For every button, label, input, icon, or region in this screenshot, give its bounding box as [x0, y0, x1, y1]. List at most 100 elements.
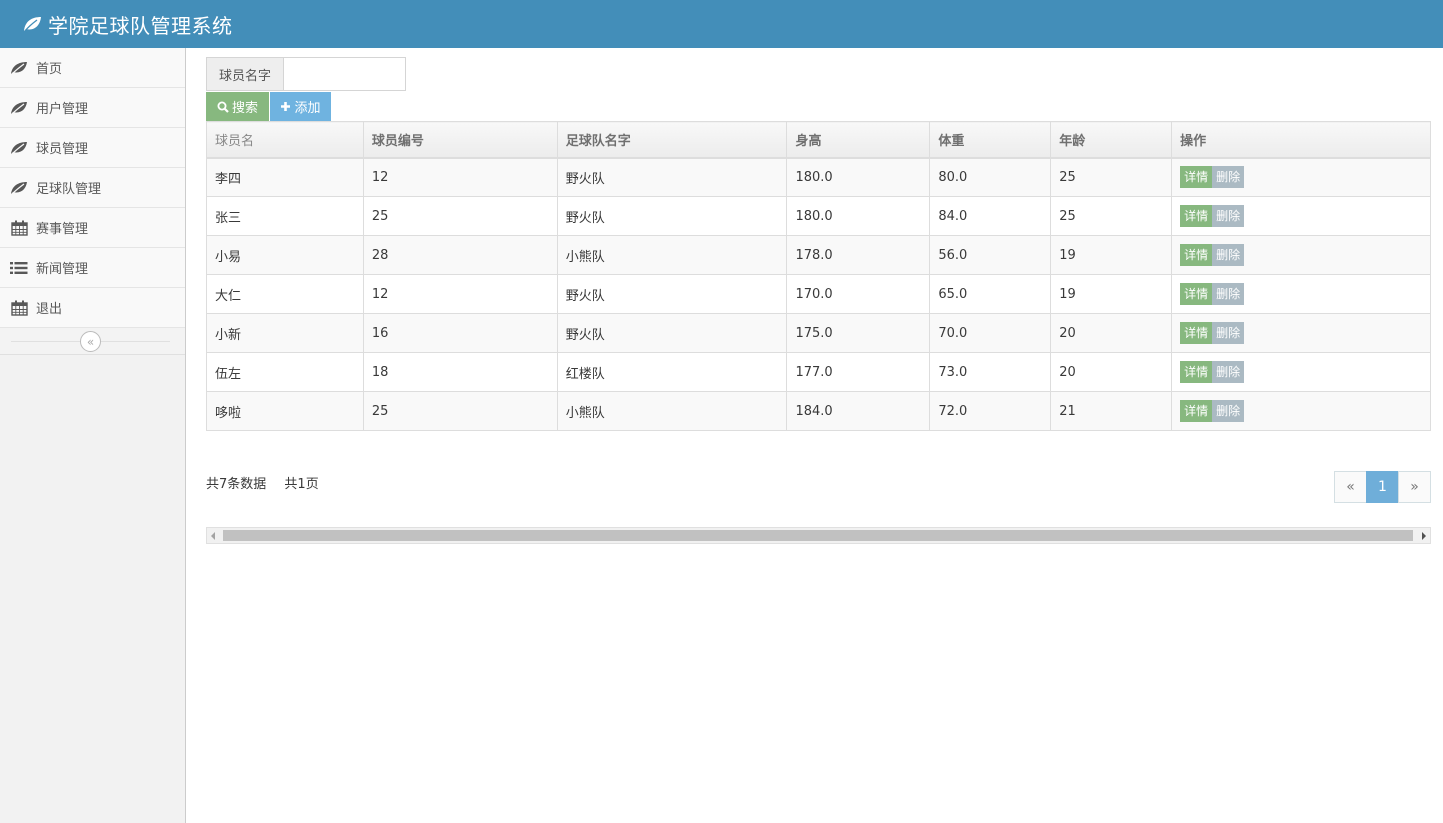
cell-weight: 65.0 — [929, 274, 1052, 314]
double-chevron-left-icon[interactable]: « — [80, 331, 101, 352]
cell-player-number: 28 — [362, 235, 558, 275]
cell-actions: 详情 删除 — [1171, 157, 1431, 197]
sidebar-item-teams[interactable]: 足球队管理 — [0, 168, 185, 208]
cell-age: 20 — [1050, 313, 1173, 353]
cell-actions: 详情 删除 — [1171, 352, 1431, 392]
table-row: 李四 12 野火队 180.0 80.0 25 详情 删除 — [206, 157, 1431, 197]
leaf-icon — [10, 140, 28, 156]
plus-icon — [281, 102, 291, 111]
toolbar: 搜索 添加 — [206, 92, 1431, 121]
table-header: 球员名 球员编号 足球队名字 身高 体重 年龄 操作 — [206, 121, 1431, 159]
cell-team-name: 小熊队 — [556, 235, 788, 275]
main-content: 球员名字 搜索 添加 球员名 球员编号 足球队名字 身高 体重 年龄 操作 李四… — [206, 57, 1431, 543]
search-label: 球员名字 — [206, 57, 284, 91]
cell-player-name: 张三 — [206, 196, 364, 236]
cell-height: 177.0 — [786, 352, 931, 392]
scrollbar-thumb[interactable] — [223, 530, 1413, 541]
cell-height: 175.0 — [786, 313, 931, 353]
sidebar-item-label: 退出 — [36, 302, 63, 317]
add-button-label: 添加 — [294, 101, 321, 116]
detail-button[interactable]: 详情 — [1180, 166, 1213, 189]
pagination: « 1 » — [1334, 471, 1431, 503]
delete-button[interactable]: 删除 — [1212, 283, 1245, 305]
detail-button[interactable]: 详情 — [1180, 322, 1213, 344]
sidebar-item-label: 球员管理 — [36, 142, 89, 157]
table-body: 李四 12 野火队 180.0 80.0 25 详情 删除 张三 25 野火队 1… — [206, 157, 1431, 431]
detail-button[interactable]: 详情 — [1180, 205, 1213, 227]
scroll-left-arrow-icon[interactable] — [211, 532, 215, 540]
cell-age: 25 — [1050, 196, 1173, 236]
delete-button[interactable]: 删除 — [1212, 205, 1245, 227]
page-button-current[interactable]: 1 — [1366, 471, 1399, 503]
sidebar-item-label: 赛事管理 — [36, 222, 89, 237]
leaf-icon — [10, 60, 28, 76]
cell-player-number: 12 — [362, 274, 558, 314]
cell-weight: 56.0 — [929, 235, 1052, 275]
column-header: 年龄 — [1050, 121, 1173, 159]
cell-actions: 详情 删除 — [1171, 274, 1431, 314]
add-button[interactable]: 添加 — [270, 92, 331, 121]
table-row: 伍左 18 红楼队 177.0 73.0 20 详情 删除 — [206, 352, 1431, 392]
delete-button[interactable]: 删除 — [1212, 322, 1245, 344]
search-button[interactable]: 搜索 — [206, 92, 269, 121]
prev-page-button[interactable]: « — [1334, 471, 1367, 503]
sidebar-item-home[interactable]: 首页 — [0, 48, 185, 88]
search-icon — [217, 101, 229, 113]
calendar-icon — [10, 220, 28, 236]
player-name-input[interactable] — [283, 57, 407, 91]
cell-age: 19 — [1050, 274, 1173, 314]
column-header: 球员编号 — [362, 121, 558, 159]
sidebar-item-news[interactable]: 新闻管理 — [0, 248, 185, 288]
table-row: 小新 16 野火队 175.0 70.0 20 详情 删除 — [206, 313, 1431, 353]
delete-button[interactable]: 删除 — [1212, 166, 1245, 189]
delete-button[interactable]: 删除 — [1212, 244, 1245, 266]
cell-team-name: 野火队 — [556, 157, 788, 197]
delete-button[interactable]: 删除 — [1212, 400, 1245, 422]
horizontal-scrollbar[interactable] — [206, 527, 1431, 544]
delete-button[interactable]: 删除 — [1212, 361, 1245, 383]
cell-weight: 72.0 — [929, 391, 1052, 431]
cell-weight: 80.0 — [929, 157, 1052, 197]
cell-player-name: 伍左 — [206, 352, 364, 392]
table-row: 张三 25 野火队 180.0 84.0 25 详情 删除 — [206, 196, 1431, 236]
detail-button[interactable]: 详情 — [1180, 283, 1213, 305]
detail-button[interactable]: 详情 — [1180, 244, 1213, 266]
cell-actions: 详情 删除 — [1171, 391, 1431, 431]
list-icon — [10, 260, 28, 276]
sidebar-item-matches[interactable]: 赛事管理 — [0, 208, 185, 248]
cell-weight: 70.0 — [929, 313, 1052, 353]
cell-weight: 84.0 — [929, 196, 1052, 236]
sidebar-item-players[interactable]: 球员管理 — [0, 128, 185, 168]
detail-button[interactable]: 详情 — [1180, 361, 1213, 383]
cell-team-name: 野火队 — [556, 313, 788, 353]
table-row: 小易 28 小熊队 178.0 56.0 19 详情 删除 — [206, 235, 1431, 275]
column-header: 体重 — [929, 121, 1052, 159]
scroll-right-arrow-icon[interactable] — [1422, 532, 1426, 540]
sidebar: 首页 用户管理 球员管理 足球队管理 赛事管理 新闻管理 退出 « — [0, 48, 186, 823]
cell-team-name: 红楼队 — [556, 352, 788, 392]
sidebar-item-logout[interactable]: 退出 — [0, 288, 185, 328]
cell-player-number: 18 — [362, 352, 558, 392]
table-row: 大仁 12 野火队 170.0 65.0 19 详情 删除 — [206, 274, 1431, 314]
app-title[interactable]: 学院足球队管理系统 — [48, 10, 233, 39]
cell-age: 19 — [1050, 235, 1173, 275]
cell-player-number: 12 — [362, 157, 558, 197]
cell-player-name: 小易 — [206, 235, 364, 275]
cell-actions: 详情 删除 — [1171, 313, 1431, 353]
cell-player-number: 25 — [362, 391, 558, 431]
next-page-button[interactable]: » — [1398, 471, 1431, 503]
cell-height: 180.0 — [786, 157, 931, 197]
column-header: 操作 — [1171, 121, 1431, 159]
cell-team-name: 小熊队 — [556, 391, 788, 431]
column-header: 足球队名字 — [556, 121, 788, 159]
sidebar-item-label: 用户管理 — [36, 102, 89, 117]
cell-player-number: 16 — [362, 313, 558, 353]
cell-team-name: 野火队 — [556, 274, 788, 314]
sidebar-item-users[interactable]: 用户管理 — [0, 88, 185, 128]
column-header: 身高 — [786, 121, 931, 159]
cell-actions: 详情 删除 — [1171, 196, 1431, 236]
detail-button[interactable]: 详情 — [1180, 400, 1213, 422]
cell-team-name: 野火队 — [556, 196, 788, 236]
cell-player-name: 李四 — [206, 157, 364, 197]
sidebar-item-label: 足球队管理 — [36, 182, 102, 197]
